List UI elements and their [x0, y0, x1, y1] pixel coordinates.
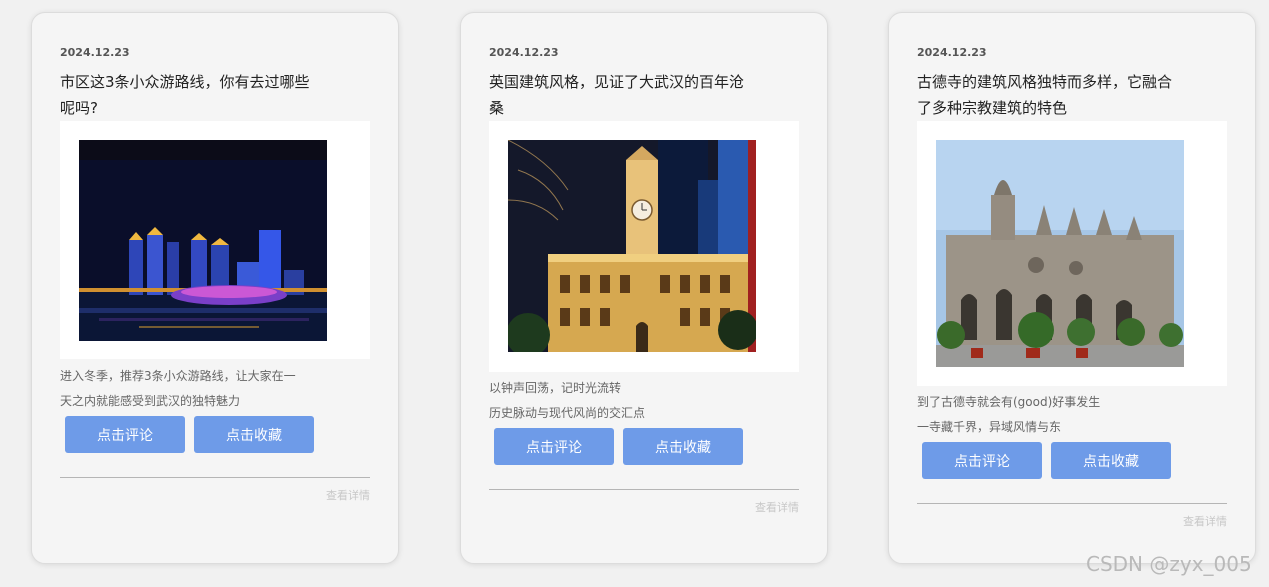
collect-button[interactable]: 点击收藏	[194, 416, 314, 453]
comment-button[interactable]: 点击评论	[65, 416, 185, 453]
watermark: CSDN @zyx_005	[1086, 552, 1252, 576]
description-line: 到了古德寺就会有(good)好事发生	[917, 395, 1101, 409]
night-skyline-photo[interactable]	[79, 140, 327, 341]
collect-button[interactable]: 点击收藏	[1051, 442, 1171, 479]
image-frame	[489, 121, 799, 372]
clock-tower-photo[interactable]	[508, 140, 756, 352]
view-details-link[interactable]: 查看详情	[755, 499, 799, 515]
image-frame	[917, 121, 1227, 386]
description-line: 一寺藏千界，异域风情与东	[917, 420, 1062, 434]
post-title[interactable]: 英国建筑风格，见证了大武汉的百年沧桑	[489, 69, 749, 121]
comment-button[interactable]: 点击评论	[922, 442, 1042, 479]
divider	[489, 489, 799, 490]
divider	[60, 477, 370, 478]
view-details-link[interactable]: 查看详情	[326, 487, 370, 503]
post-description: 到了古德寺就会有(good)好事发生 一寺藏千界，异域风情与东	[917, 390, 1177, 440]
post-date: 2024.12.23	[60, 46, 130, 59]
temple-photo[interactable]	[936, 140, 1184, 367]
post-date: 2024.12.23	[489, 46, 559, 59]
article-card-3: 2024.12.23 古德寺的建筑风格独特而多样，它融合了多种宗教建筑的特色 到…	[888, 12, 1256, 564]
divider	[917, 503, 1227, 504]
description-line: 天之内就能感受到武汉的独特魅力	[60, 394, 241, 408]
comment-button[interactable]: 点击评论	[494, 428, 614, 465]
collect-button[interactable]: 点击收藏	[623, 428, 743, 465]
post-description: 以钟声回荡，记时光流转 历史脉动与现代风尚的交汇点	[489, 376, 749, 426]
description-line: 进入冬季，推荐3条小众游路线，让大家在一	[60, 369, 296, 383]
description-line: 以钟声回荡，记时光流转	[489, 381, 622, 395]
image-frame	[60, 121, 370, 359]
view-details-link[interactable]: 查看详情	[1183, 513, 1227, 529]
post-title[interactable]: 市区这3条小众游路线，你有去过哪些呢吗?	[60, 69, 320, 121]
description-line: 历史脉动与现代风尚的交汇点	[489, 406, 646, 420]
post-description: 进入冬季，推荐3条小众游路线，让大家在一 天之内就能感受到武汉的独特魅力	[60, 364, 320, 414]
article-card-2: 2024.12.23 英国建筑风格，见证了大武汉的百年沧桑 以钟声回荡，记时光流…	[460, 12, 828, 564]
post-title[interactable]: 古德寺的建筑风格独特而多样，它融合了多种宗教建筑的特色	[917, 69, 1177, 121]
page: 2024.12.23 市区这3条小众游路线，你有去过哪些呢吗? 进入冬季，推荐3…	[0, 0, 1269, 587]
post-date: 2024.12.23	[917, 46, 987, 59]
article-card-1: 2024.12.23 市区这3条小众游路线，你有去过哪些呢吗? 进入冬季，推荐3…	[31, 12, 399, 564]
